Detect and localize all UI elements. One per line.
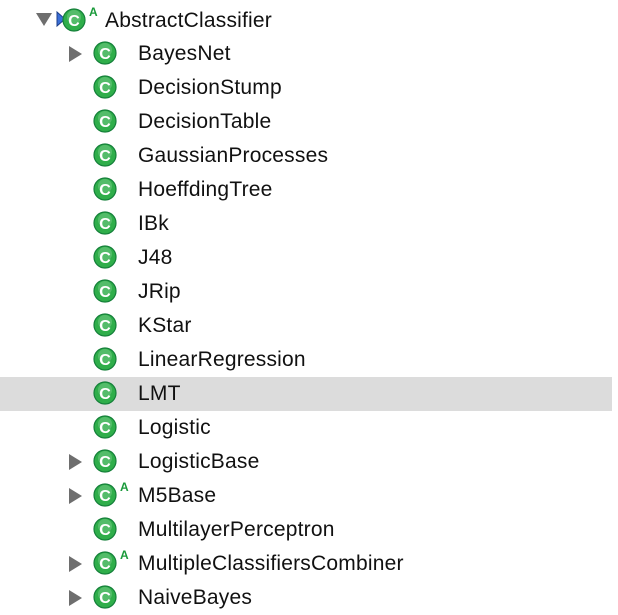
svg-text:C: C [99, 556, 111, 573]
tree-node-label[interactable]: Logistic [138, 416, 211, 440]
tree-node-row[interactable]: C JRip [0, 275, 612, 309]
svg-text:C: C [99, 148, 111, 165]
tree-node-label[interactable]: HoeffdingTree [138, 178, 273, 202]
expand-arrow-icon[interactable] [69, 488, 82, 504]
svg-text:C: C [99, 250, 111, 267]
svg-text:C: C [99, 522, 111, 539]
class-icon: C [93, 143, 117, 167]
tree-node-label[interactable]: BayesNet [138, 42, 231, 66]
class-icon: C [93, 279, 117, 303]
class-icon: C [93, 41, 117, 65]
tree-node-label[interactable]: KStar [138, 314, 192, 338]
tree-node-label[interactable]: LMT [138, 382, 181, 406]
tree-node-row[interactable]: C BayesNet [0, 37, 612, 71]
tree-node-label[interactable]: JRip [138, 280, 181, 304]
tree-node-row[interactable]: C A MultipleClassifiersCombiner [0, 547, 612, 581]
expand-arrow-icon[interactable] [69, 46, 82, 62]
class-icon: C [93, 347, 117, 371]
tree-node-row[interactable]: C J48 [0, 241, 612, 275]
class-icon: C [93, 109, 117, 133]
tree-node-label[interactable]: NaiveBayes [138, 586, 252, 610]
tree-node-row[interactable]: C LinearRegression [0, 343, 612, 377]
abstract-marker: A [120, 548, 129, 562]
svg-text:C: C [99, 454, 111, 471]
svg-text:C: C [99, 352, 111, 369]
class-icon: C [93, 177, 117, 201]
svg-text:C: C [99, 80, 111, 97]
svg-text:C: C [99, 182, 111, 199]
tree-node-row[interactable]: C A M5Base [0, 479, 612, 513]
class-icon: C [93, 245, 117, 269]
svg-text:C: C [99, 488, 111, 505]
expand-arrow-icon[interactable] [69, 590, 82, 606]
tree-node-row[interactable]: C LogisticBase [0, 445, 612, 479]
tree-node-row[interactable]: C LMT [0, 377, 612, 411]
tree-node-label[interactable]: MultipleClassifiersCombiner [138, 552, 404, 576]
svg-text:C: C [99, 114, 111, 131]
expand-arrow-icon[interactable] [69, 454, 82, 470]
tree-node-label[interactable]: MultilayerPerceptron [138, 518, 335, 542]
tree-node-label[interactable]: DecisionTable [138, 110, 271, 134]
class-icon: C [62, 8, 86, 32]
class-icon: C [93, 483, 117, 507]
tree-node-row[interactable]: C MultilayerPerceptron [0, 513, 612, 547]
svg-text:C: C [99, 216, 111, 233]
tree-node-row[interactable]: C Logistic [0, 411, 612, 445]
class-icon: C [93, 415, 117, 439]
tree-node-label[interactable]: DecisionStump [138, 76, 282, 100]
tree-node-row[interactable]: C NaiveBayes [0, 581, 612, 615]
tree-node-label[interactable]: M5Base [138, 484, 216, 508]
tree-node-label[interactable]: LinearRegression [138, 348, 306, 372]
svg-text:C: C [99, 420, 111, 437]
svg-text:C: C [68, 13, 80, 30]
class-icon: C [93, 585, 117, 609]
class-icon: C [93, 75, 117, 99]
class-hierarchy-tree: C A AbstractClassifier C BayesNet C Decisio… [0, 0, 612, 612]
abstract-marker: A [89, 5, 98, 19]
class-icon: C [93, 381, 117, 405]
collapse-arrow-icon[interactable] [36, 13, 52, 26]
tree-node-label[interactable]: LogisticBase [138, 450, 259, 474]
tree-node-row[interactable]: C GaussianProcesses [0, 139, 612, 173]
class-icon: C [93, 313, 117, 337]
tree-node-label[interactable]: J48 [138, 246, 172, 270]
expand-arrow-icon[interactable] [69, 556, 82, 572]
tree-node-row[interactable]: C KStar [0, 309, 612, 343]
svg-text:C: C [99, 46, 111, 63]
tree-root-label[interactable]: AbstractClassifier [105, 9, 272, 33]
class-icon: C [93, 517, 117, 541]
tree-root-row[interactable]: C A AbstractClassifier [0, 3, 612, 37]
class-icon: C [93, 449, 117, 473]
tree-node-row[interactable]: C DecisionStump [0, 71, 612, 105]
tree-node-row[interactable]: C DecisionTable [0, 105, 612, 139]
tree-node-row[interactable]: C HoeffdingTree [0, 173, 612, 207]
tree-node-row[interactable]: C IBk [0, 207, 612, 241]
svg-text:C: C [99, 284, 111, 301]
tree-node-label[interactable]: IBk [138, 212, 169, 236]
svg-text:C: C [99, 590, 111, 607]
abstract-marker: A [120, 480, 129, 494]
tree-node-label[interactable]: GaussianProcesses [138, 144, 328, 168]
class-icon: C [93, 551, 117, 575]
svg-text:C: C [99, 386, 111, 403]
class-icon: C [93, 211, 117, 235]
svg-text:C: C [99, 318, 111, 335]
